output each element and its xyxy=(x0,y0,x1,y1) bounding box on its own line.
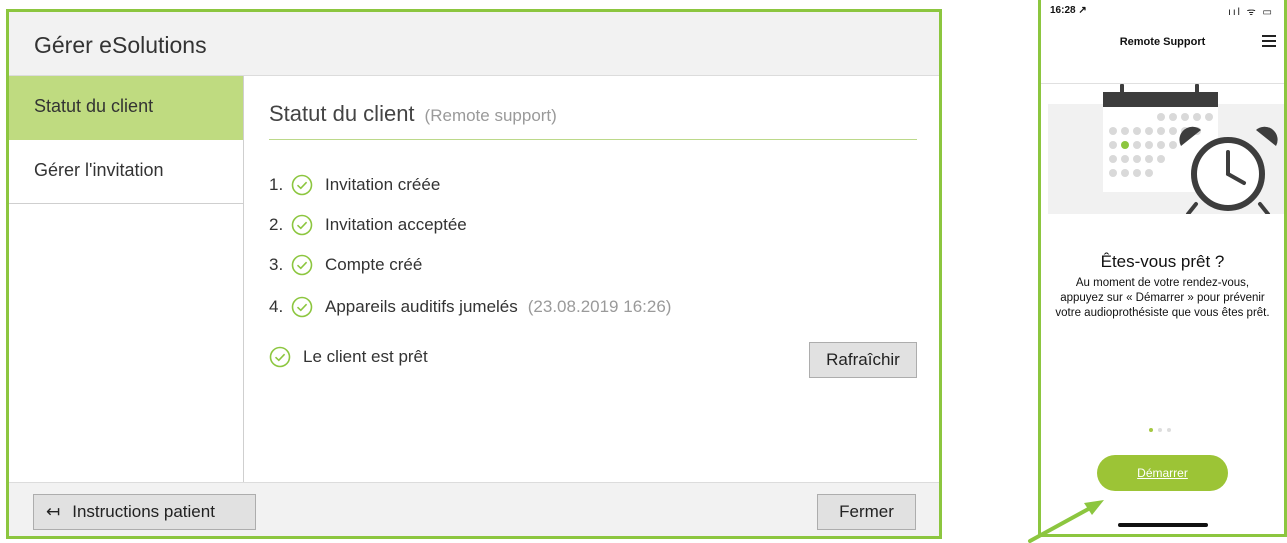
hamburger-menu-icon[interactable] xyxy=(1262,35,1276,47)
nav-title: Remote Support xyxy=(1119,36,1206,48)
page-dot-active xyxy=(1149,428,1153,432)
panel-header: Statut du client (Remote support) xyxy=(269,101,917,140)
check-circle-icon xyxy=(291,174,313,196)
sidebar: Statut du client Gérer l'invitation xyxy=(9,76,244,482)
step-label: Invitation acceptée xyxy=(325,215,467,234)
status-bar: 16:28 ↗ ııl ᯤ ▭ xyxy=(1041,0,1284,22)
check-circle-icon xyxy=(291,254,313,276)
calendar-alarm-clock-illustration xyxy=(1048,84,1284,214)
manage-esolutions-dialog: Gérer eSolutions Statut du client Gérer … xyxy=(6,9,942,539)
ready-question-title: Êtes-vous prêt ? xyxy=(1100,252,1225,271)
step-timestamp: (23.08.2019 16:26) xyxy=(527,297,672,316)
check-circle-icon xyxy=(291,214,313,236)
callout-arrow-icon xyxy=(1028,500,1104,543)
dialog-title-bar: Gérer eSolutions xyxy=(9,12,939,76)
nav-bar: Remote Support xyxy=(1041,22,1284,84)
phone-screen: 16:28 ↗ ııl ᯤ ▭ Remote Support Êtes-vous… xyxy=(1038,0,1287,537)
ready-text: Le client est prêt xyxy=(303,347,428,366)
ready-instructions-text: Au moment de votre rendez-vous, appuyez … xyxy=(1055,277,1270,319)
step-number: 3. xyxy=(269,255,284,274)
close-button[interactable]: Fermer xyxy=(817,494,916,530)
page-dot xyxy=(1158,428,1162,432)
refresh-button[interactable]: Rafraîchir xyxy=(809,342,917,378)
panel-title: Statut du client xyxy=(269,101,415,126)
sidebar-item-client-status[interactable]: Statut du client xyxy=(9,76,243,140)
dialog-title: Gérer eSolutions xyxy=(34,32,207,58)
start-button[interactable]: Démarrer xyxy=(1097,455,1228,491)
check-circle-icon xyxy=(291,296,313,318)
arrow-left-to-bar-icon: ↤ xyxy=(46,502,61,521)
step-item: 2. Invitation acceptée xyxy=(269,212,467,238)
step-number: 2. xyxy=(269,215,284,234)
sidebar-item-label: Gérer l'invitation xyxy=(34,160,164,180)
panel-subtitle: (Remote support) xyxy=(424,106,557,125)
sidebar-item-label: Statut du client xyxy=(34,96,154,116)
status-time: 16:28 ↗ xyxy=(1050,5,1087,16)
step-label: Compte créé xyxy=(325,255,423,274)
step-number: 4. xyxy=(269,297,284,316)
client-status-panel: Statut du client (Remote support) 1. Invi… xyxy=(245,76,939,482)
check-circle-icon xyxy=(269,346,291,368)
client-ready-status: Le client est prêt xyxy=(269,346,428,368)
patient-instructions-button[interactable]: ↤ Instructions patient xyxy=(33,494,256,530)
patient-instructions-label: Instructions patient xyxy=(72,502,215,521)
sidebar-item-manage-invitation[interactable]: Gérer l'invitation xyxy=(9,140,243,204)
step-item: 1. Invitation créée xyxy=(269,172,440,198)
step-label: Appareils auditifs jumelés xyxy=(325,297,518,316)
step-item: 4. Appareils auditifs jumelés (23.08.201… xyxy=(269,294,671,320)
dialog-footer: ↤ Instructions patient Fermer xyxy=(9,482,939,536)
step-item: 3. Compte créé xyxy=(269,252,422,278)
step-number: 1. xyxy=(269,175,284,194)
page-indicator xyxy=(1149,428,1171,432)
step-label: Invitation créée xyxy=(325,175,441,194)
status-icons: ııl ᯤ ▭ xyxy=(1228,7,1274,18)
page-dot xyxy=(1167,428,1171,432)
